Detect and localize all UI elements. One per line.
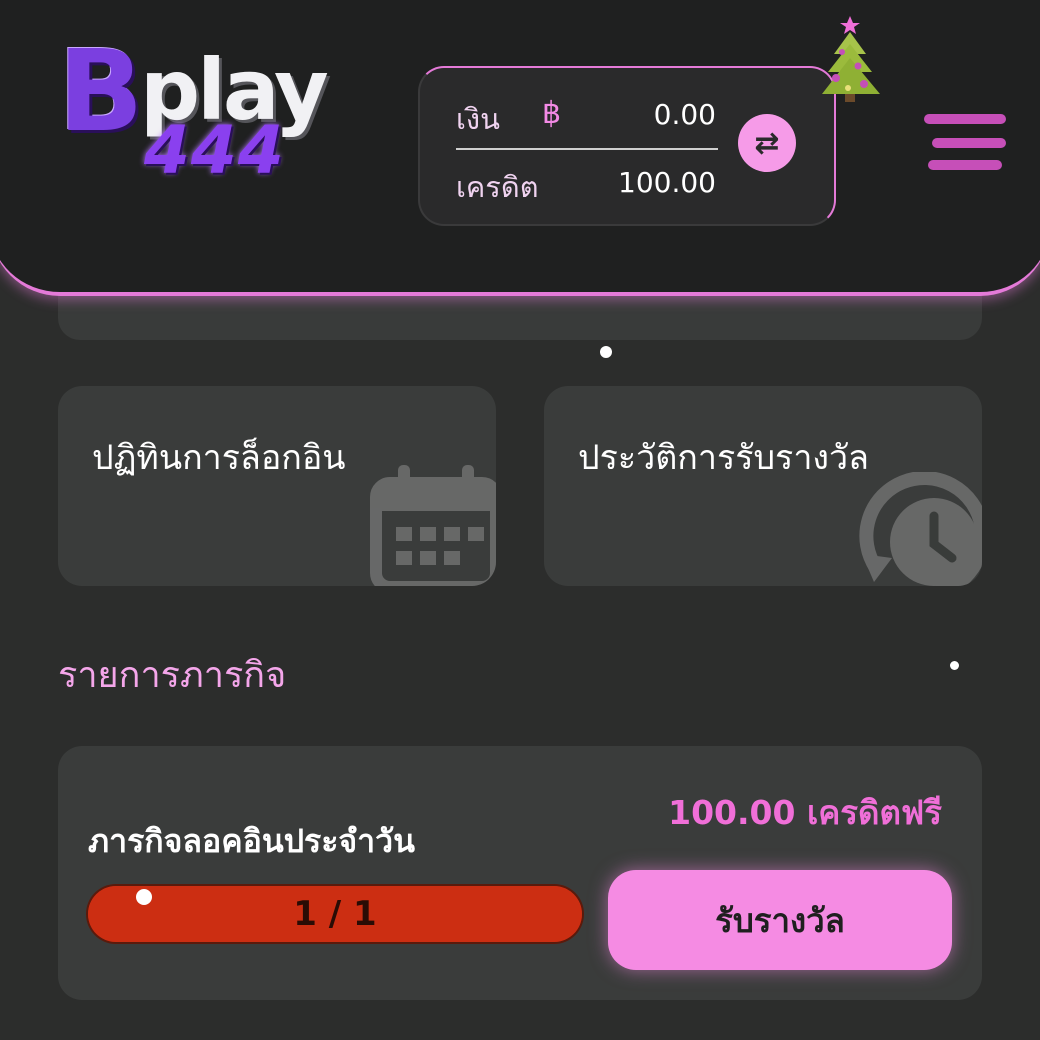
baht-icon: ฿ [542, 96, 562, 131]
menu-bar-middle [932, 138, 1006, 148]
credit-value: 100.00 [618, 166, 716, 199]
app-header: B play 444 เงิน ฿ 0.00 เครดิต 100.00 ⇄ [0, 0, 1040, 296]
claim-reward-button[interactable]: รับรางวัล [608, 870, 952, 970]
money-label: เงิน [456, 102, 500, 136]
menu-bar-bottom [928, 160, 1002, 170]
mission-reward: 100.00 เครดิตฟรี [668, 793, 942, 832]
mission-progress-text: 1 / 1 [293, 894, 377, 934]
mission-list-title: รายการภารกิจ [58, 655, 287, 696]
login-calendar-title: ปฏิทินการล็อกอิน [92, 438, 346, 478]
logo-number: 444 [144, 112, 285, 189]
menu-bar-top [924, 114, 1006, 124]
mission-progress-bar: 1 / 1 [88, 886, 582, 942]
wallet-panel: เงิน ฿ 0.00 เครดิต 100.00 ⇄ [418, 66, 836, 226]
calendar-icon [370, 465, 496, 586]
credit-row: เครดิต 100.00 [456, 164, 716, 204]
bplay444-logo[interactable]: B play 444 [54, 32, 364, 192]
menu-button[interactable] [924, 114, 1006, 178]
christmas-tree-icon [822, 16, 880, 102]
swap-icon: ⇄ [754, 125, 780, 161]
swap-button[interactable]: ⇄ [738, 114, 796, 172]
section-indicator-dot [950, 661, 959, 670]
reward-history-card[interactable]: ประวัติการรับรางวัล [544, 386, 982, 586]
money-value: 0.00 [653, 98, 716, 131]
credit-label: เครดิต [456, 170, 539, 204]
mission-name: ภารกิจลอคอินประจำวัน [88, 822, 415, 860]
logo-b: B [58, 27, 143, 157]
money-row: เงิน ฿ 0.00 [456, 96, 716, 136]
login-calendar-card[interactable]: ปฏิทินการล็อกอิน [58, 386, 496, 586]
history-clock-icon [859, 472, 982, 586]
carousel-indicator-dot[interactable] [600, 346, 612, 358]
wallet-divider [456, 148, 718, 150]
reward-history-title: ประวัติการรับรางวัล [578, 438, 869, 478]
daily-login-mission-card: 100.00 เครดิตฟรี ภารกิจลอคอินประจำวัน 1 … [58, 746, 982, 1000]
